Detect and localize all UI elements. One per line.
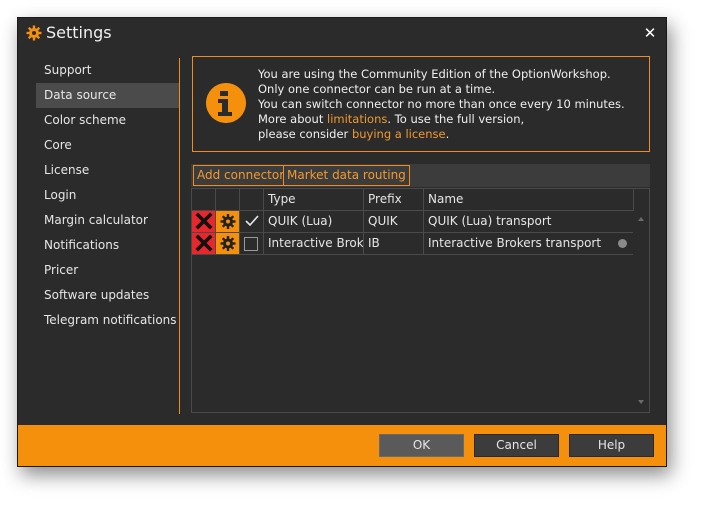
row-prefix: IB [364,233,424,255]
info-line-license: please consider buying a license. [258,127,625,142]
ok-button[interactable]: OK [379,434,464,457]
table-scrollbar[interactable] [633,211,649,412]
connector-settings-button[interactable] [216,233,240,255]
settings-sidebar: Support Data source Color scheme Core Li… [36,58,180,333]
gear-icon [26,25,42,41]
info-line-limitations: More about limitations. To use the full … [258,112,625,127]
row-name: Interactive Brokers transport [424,233,634,255]
header-type[interactable]: Type [264,189,364,211]
sidebar-item-data-source[interactable]: Data source [36,83,180,108]
connector-settings-button[interactable] [216,211,240,233]
info-text-segment: . To use the full version, [387,112,525,126]
settings-window: Settings ✕ Support Data source Color sch… [17,17,667,467]
info-banner: You are using the Community Edition of t… [192,56,650,152]
sidebar-item-license[interactable]: License [36,158,180,183]
row-type: Interactive Brok... [264,233,364,255]
connection-status-dot [618,239,627,248]
info-text-segment: . [445,127,450,141]
row-type: QUIK (Lua) [264,211,364,233]
table-row: Interactive Brok... IB Interactive Broke… [192,233,634,255]
unchecked-box [244,237,258,251]
add-connector-button[interactable]: Add connector [193,165,289,186]
sidebar-item-margin-calculator[interactable]: Margin calculator [36,208,180,233]
sidebar-item-software-updates[interactable]: Software updates [36,283,180,308]
sidebar-item-telegram-notifications[interactable]: Telegram notifications [36,308,180,333]
delete-x-icon [195,234,213,252]
help-button[interactable]: Help [569,434,654,457]
info-text: You are using the Community Edition of t… [258,67,625,142]
header-name[interactable]: Name [424,189,634,211]
table-row: QUIK (Lua) QUIK QUIK (Lua) transport [192,211,634,233]
buy-license-link[interactable]: buying a license [352,127,446,141]
sidebar-item-login[interactable]: Login [36,183,180,208]
info-line-one-connector: Only one connector can be run at a time. [258,82,496,96]
sidebar-item-pricer[interactable]: Pricer [36,258,180,283]
scroll-down-icon[interactable] [637,398,645,406]
settings-gear-icon [220,236,236,251]
info-icon [206,83,246,123]
settings-gear-icon [220,214,236,229]
info-text-segment: More about [258,112,327,126]
delete-connector-button[interactable] [192,233,216,255]
table-header: Type Prefix Name [192,189,634,211]
check-icon [245,215,259,227]
window-title: Settings [46,23,112,42]
header-prefix[interactable]: Prefix [364,189,424,211]
sidebar-item-core[interactable]: Core [36,133,180,158]
sidebar-item-color-scheme[interactable]: Color scheme [36,108,180,133]
scroll-up-icon[interactable] [637,215,645,223]
connector-toolbar: Add connector Market data routing [191,164,650,187]
row-prefix: QUIK [364,211,424,233]
enabled-checkbox[interactable] [240,233,264,255]
dialog-footer: OK Cancel Help [18,425,666,466]
header-enabled-col [240,189,264,211]
info-text-segment: please consider [258,127,352,141]
info-line-switch-limit: You can switch connector no more than on… [258,97,625,111]
close-icon[interactable]: ✕ [640,23,660,43]
connectors-table: Type Prefix Name QUIK (Lua) QUIK QUIK (L… [191,188,650,413]
cancel-button[interactable]: Cancel [474,434,559,457]
limitations-link[interactable]: limitations [327,112,387,126]
header-delete-col [192,189,216,211]
enabled-checkbox[interactable] [240,211,264,233]
delete-connector-button[interactable] [192,211,216,233]
sidebar-item-notifications[interactable]: Notifications [36,233,180,258]
sidebar-divider [179,58,180,414]
market-data-routing-button[interactable]: Market data routing [283,165,410,186]
title-bar: Settings ✕ [18,18,666,48]
row-name: QUIK (Lua) transport [424,211,634,233]
header-settings-col [216,189,240,211]
sidebar-item-support[interactable]: Support [36,58,180,83]
info-line-edition: You are using the Community Edition of t… [258,67,611,81]
delete-x-icon [195,212,213,230]
